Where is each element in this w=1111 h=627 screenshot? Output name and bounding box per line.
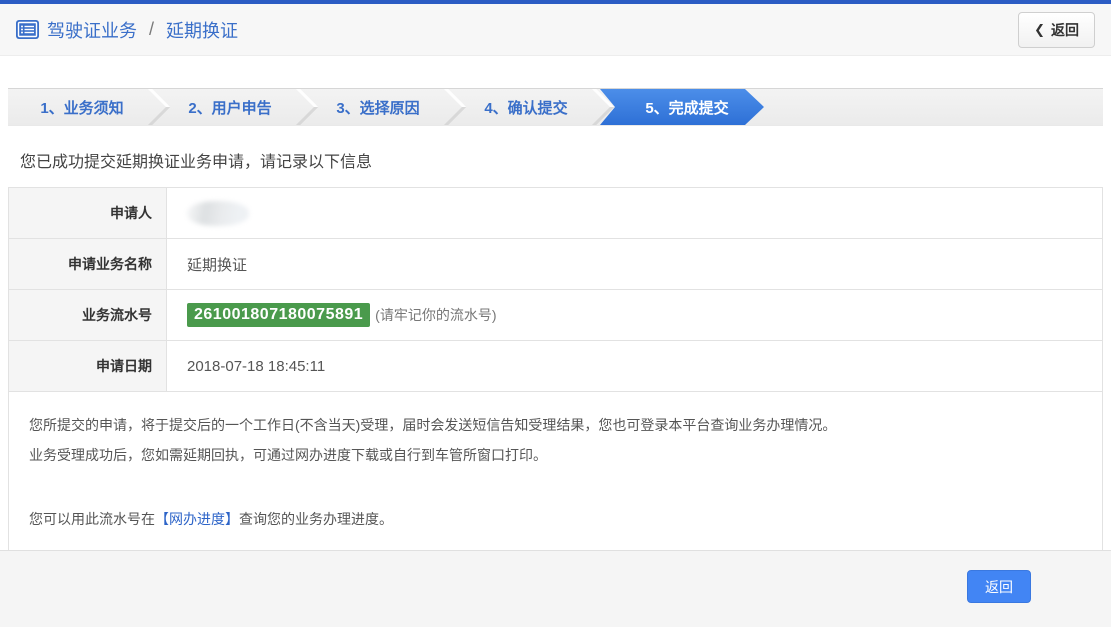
applicant-value <box>167 188 1102 238</box>
online-progress-link[interactable]: 【网办进度】 <box>155 511 239 527</box>
serial-number-note: (请牢记你的流水号) <box>375 307 497 323</box>
progress-query-line: 您可以用此流水号在【网办进度】查询您的业务办理进度。 <box>29 504 1082 534</box>
note-line-1: 您所提交的申请，将于提交后的一个工作日(不含当天)受理，届时会发送短信告知受理结… <box>29 417 837 433</box>
business-name-value: 延期换证 <box>187 256 248 274</box>
step-1-business-notice: 1、业务须知 <box>8 89 156 125</box>
page-title-secondary: 延期换证 <box>166 20 239 41</box>
apply-date-value: 2018-07-18 18:45:11 <box>187 357 326 375</box>
list-icon <box>16 20 39 39</box>
apply-date-label: 申请日期 <box>9 341 167 391</box>
serial-number-badge: 261001807180075891 <box>187 303 371 327</box>
redacted-name-blur <box>187 200 249 226</box>
back-button-bottom[interactable]: 返回 <box>967 570 1031 603</box>
back-button-top[interactable]: ❮ 返回 <box>1018 11 1095 48</box>
business-name-label: 申请业务名称 <box>9 239 167 289</box>
back-button-top-label: 返回 <box>1051 21 1079 38</box>
notes-section: 您所提交的申请，将于提交后的一个工作日(不含当天)受理，届时会发送短信告知受理结… <box>9 392 1102 558</box>
step-5-complete-submit-active: 5、完成提交 <box>600 89 764 125</box>
chevron-left-icon: ❮ <box>1034 21 1045 37</box>
table-row-apply-date: 申请日期 2018-07-18 18:45:11 <box>9 341 1102 392</box>
step-progress-bar: 1、业务须知 2、用户申告 3、选择原因 4、确认提交 5、完成提交 <box>8 88 1103 126</box>
page-header: 驾驶证业务 / 延期换证 ❮ 返回 <box>0 4 1111 56</box>
table-row-applicant: 申请人 <box>9 188 1102 239</box>
table-row-serial-number: 业务流水号 261001807180075891 (请牢记你的流水号) <box>9 290 1102 341</box>
progress-line-prefix: 您可以用此流水号在 <box>29 511 155 527</box>
progress-line-suffix: 查询您的业务办理进度。 <box>239 511 393 527</box>
page-title-primary: 驾驶证业务 <box>47 20 137 41</box>
table-row-business-name: 申请业务名称 延期换证 <box>9 239 1102 290</box>
step-4-confirm-submit: 4、确认提交 <box>452 89 600 125</box>
serial-number-value: 261001807180075891 (请牢记你的流水号) <box>167 290 1102 340</box>
success-message: 您已成功提交延期换证业务申请，请记录以下信息 <box>20 154 373 171</box>
serial-number-label: 业务流水号 <box>9 290 167 340</box>
note-line-2: 业务受理成功后，您如需延期回执，可通过网办进度下载或自行到车管所窗口打印。 <box>29 447 547 463</box>
step-2-user-declaration: 2、用户申告 <box>156 89 304 125</box>
result-info-box: 申请人 申请业务名称 延期换证 业务流水号 261001807180075891… <box>8 187 1103 559</box>
title-separator: / <box>149 19 155 39</box>
footer-bar: 返回 <box>0 550 1111 627</box>
applicant-label: 申请人 <box>9 188 167 238</box>
step-3-select-reason: 3、选择原因 <box>304 89 452 125</box>
